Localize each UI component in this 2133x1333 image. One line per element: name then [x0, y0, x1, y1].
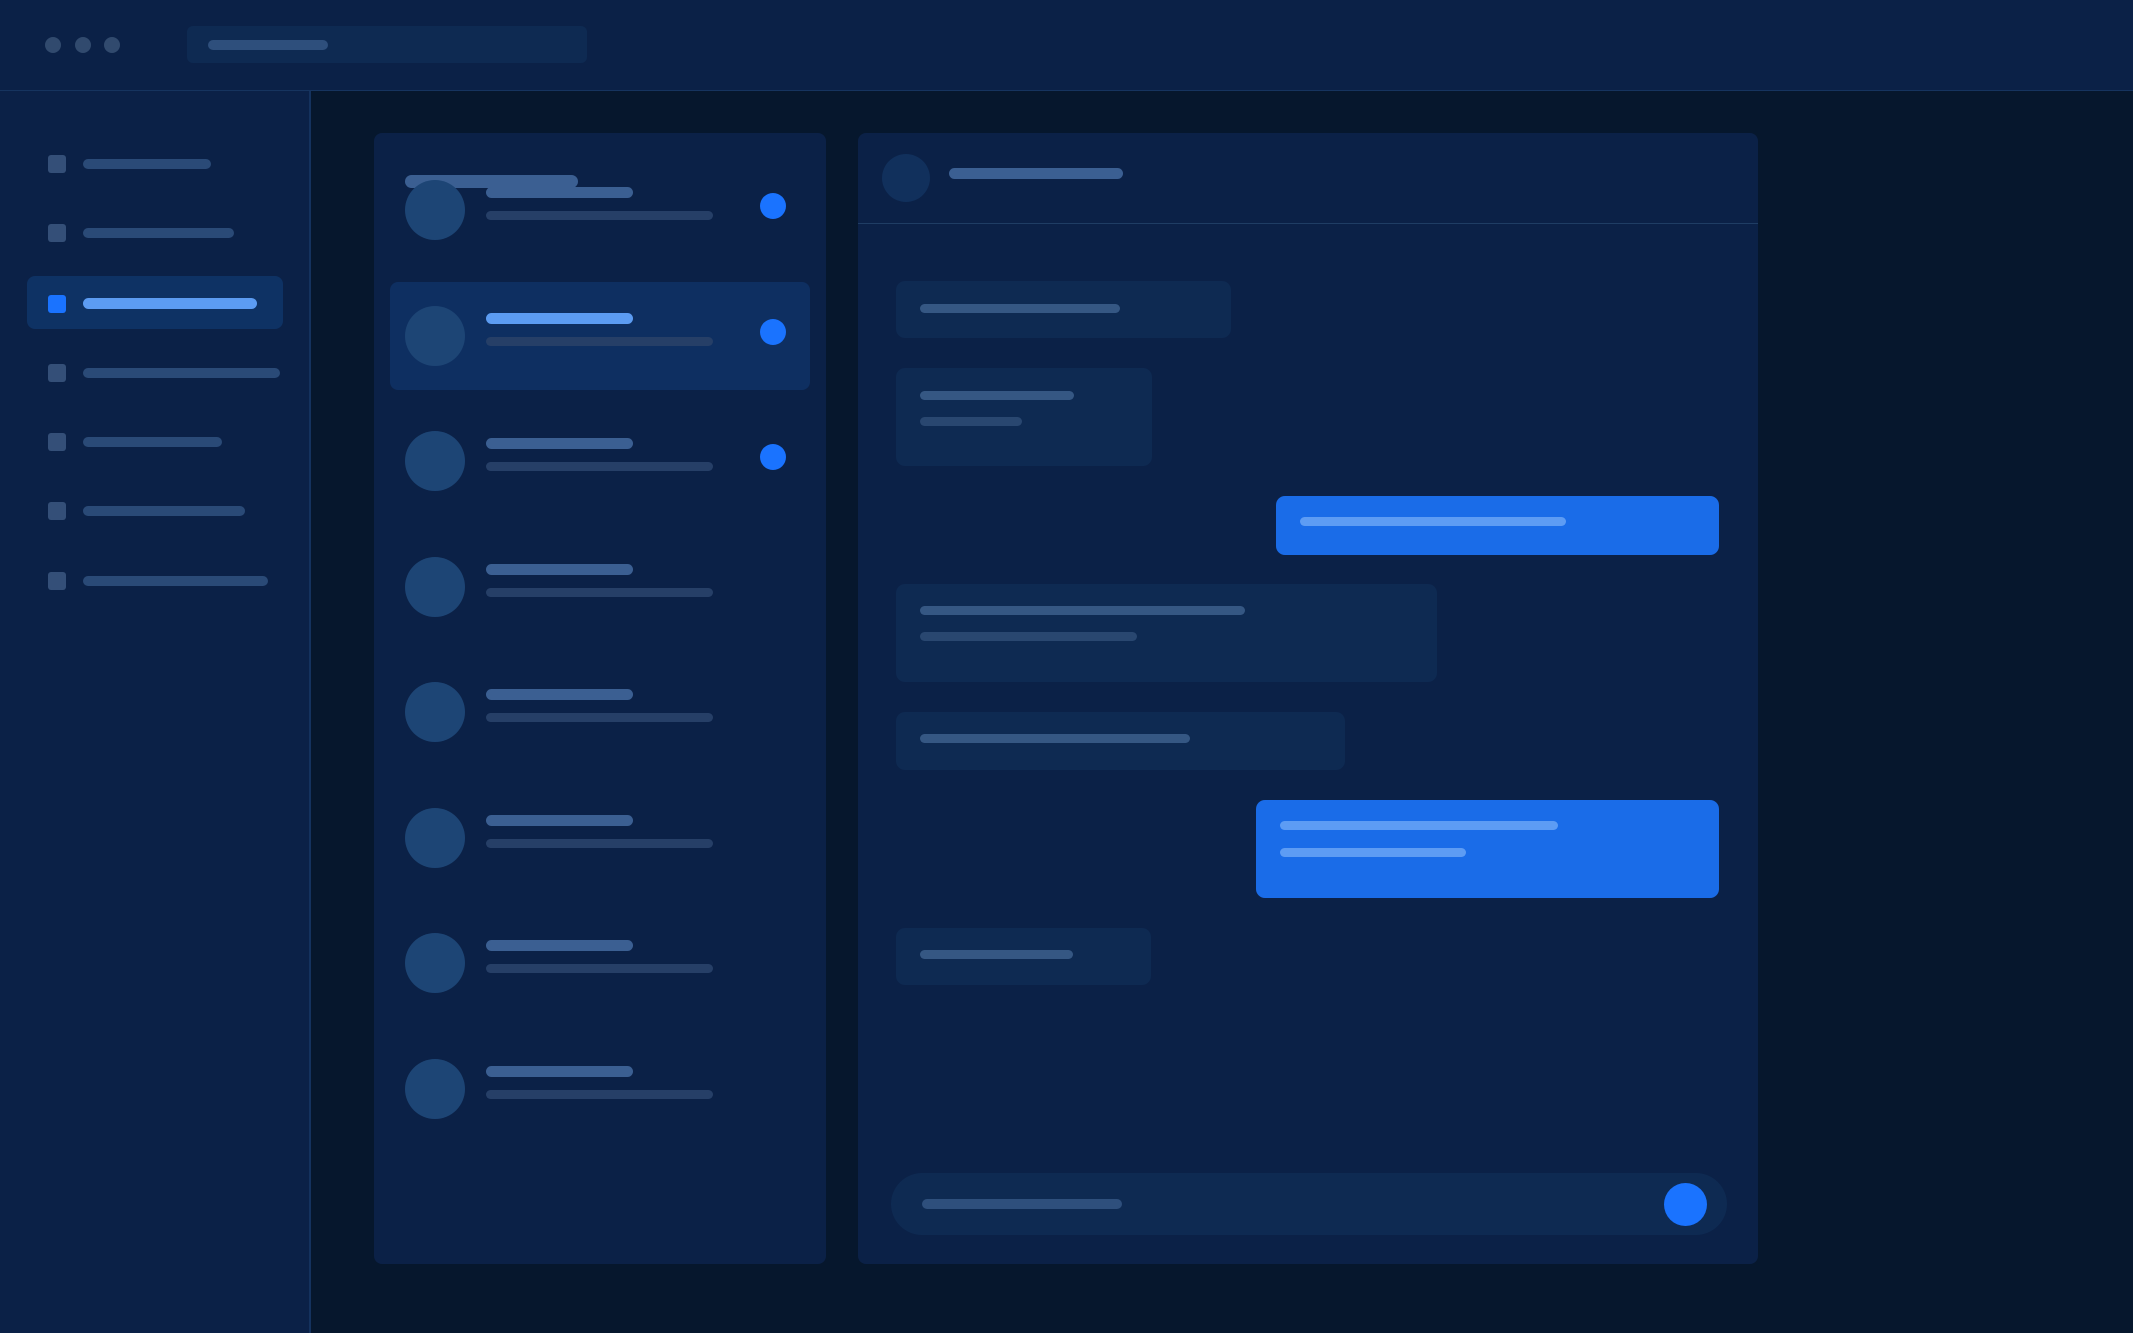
sidebar	[0, 91, 311, 1333]
message-text-skeleton	[920, 734, 1190, 743]
conversation-name-skeleton	[486, 940, 633, 951]
conversation-name-skeleton	[486, 689, 633, 700]
conversation-preview-skeleton	[486, 588, 713, 597]
sidebar-item-6[interactable]	[27, 483, 283, 536]
message-bubble-incoming	[896, 712, 1345, 770]
nav-square-icon	[48, 502, 66, 520]
sidebar-item-7[interactable]	[27, 553, 283, 606]
conversation-preview-skeleton	[486, 713, 713, 722]
avatar	[405, 180, 465, 240]
message-bubble-outgoing	[1256, 800, 1719, 898]
unread-dot-icon	[760, 444, 786, 470]
sidebar-item-label-skeleton	[83, 228, 234, 238]
chat-header	[858, 133, 1758, 224]
avatar[interactable]	[882, 154, 930, 202]
sidebar-item-label-skeleton	[83, 437, 222, 447]
window-close-icon[interactable]	[45, 37, 61, 53]
message-bubble-incoming	[896, 368, 1152, 466]
chat-title-skeleton	[949, 168, 1123, 179]
message-bubble-outgoing	[1276, 496, 1719, 555]
message-text-skeleton	[920, 950, 1073, 959]
message-text-skeleton	[1280, 821, 1558, 830]
nav-square-icon	[48, 295, 66, 313]
window-minimize-icon[interactable]	[75, 37, 91, 53]
message-text-skeleton	[1280, 848, 1466, 857]
nav-square-icon	[48, 155, 66, 173]
conversation-item[interactable]	[390, 533, 810, 641]
address-bar[interactable]	[187, 26, 587, 63]
sidebar-item-5[interactable]	[27, 414, 283, 467]
conversation-preview-skeleton	[486, 211, 713, 220]
avatar	[405, 306, 465, 366]
avatar	[405, 933, 465, 993]
send-icon[interactable]	[1664, 1183, 1707, 1226]
conversation-item[interactable]	[390, 1035, 810, 1143]
message-text-skeleton	[920, 304, 1120, 313]
conversation-preview-skeleton	[486, 964, 713, 973]
nav-square-icon	[48, 224, 66, 242]
message-bubble-incoming	[896, 928, 1151, 985]
sidebar-item-2[interactable]	[27, 205, 283, 258]
conversation-item[interactable]	[390, 784, 810, 892]
message-text-skeleton	[920, 632, 1137, 641]
sidebar-item-label-skeleton	[83, 368, 280, 378]
message-text-skeleton	[920, 391, 1074, 400]
conversation-preview-skeleton	[486, 1090, 713, 1099]
conversation-preview-skeleton	[486, 337, 713, 346]
chat-panel	[858, 133, 1758, 1264]
conversation-item[interactable]	[390, 658, 810, 766]
conversation-item[interactable]	[390, 909, 810, 1017]
message-bubble-incoming	[896, 281, 1231, 338]
nav-square-icon	[48, 433, 66, 451]
sidebar-item-label-skeleton	[83, 298, 257, 309]
message-text-skeleton	[920, 606, 1245, 615]
sidebar-item-label-skeleton	[83, 506, 245, 516]
conversation-name-skeleton	[486, 1066, 633, 1077]
avatar	[405, 1059, 465, 1119]
message-text-skeleton	[1300, 517, 1566, 526]
nav-square-icon	[48, 572, 66, 590]
avatar	[405, 557, 465, 617]
address-bar-text-skeleton	[208, 40, 328, 50]
sidebar-item-label-skeleton	[83, 159, 211, 169]
conversation-preview-skeleton	[486, 839, 713, 848]
conversation-name-skeleton	[486, 187, 633, 198]
conversation-preview-skeleton	[486, 462, 713, 471]
sidebar-item-4[interactable]	[27, 345, 283, 398]
sidebar-item-label-skeleton	[83, 576, 268, 586]
conversation-name-skeleton	[486, 313, 633, 324]
conversation-item[interactable]	[390, 407, 810, 515]
unread-dot-icon	[760, 193, 786, 219]
nav-square-icon	[48, 364, 66, 382]
unread-dot-icon	[760, 319, 786, 345]
title-bar	[0, 0, 2133, 91]
sidebar-item-3-active[interactable]	[27, 276, 283, 329]
conversation-list	[374, 133, 826, 1264]
conversation-name-skeleton	[486, 564, 633, 575]
avatar	[405, 808, 465, 868]
message-bubble-incoming	[896, 584, 1437, 682]
avatar	[405, 682, 465, 742]
message-composer[interactable]	[891, 1173, 1727, 1235]
conversation-name-skeleton	[486, 438, 633, 449]
conversation-item-selected[interactable]	[390, 282, 810, 390]
conversation-name-skeleton	[486, 815, 633, 826]
conversation-item[interactable]	[390, 156, 810, 264]
window-maximize-icon[interactable]	[104, 37, 120, 53]
composer-placeholder-skeleton	[922, 1199, 1122, 1209]
message-text-skeleton	[920, 417, 1022, 426]
sidebar-item-1[interactable]	[27, 136, 283, 189]
avatar	[405, 431, 465, 491]
